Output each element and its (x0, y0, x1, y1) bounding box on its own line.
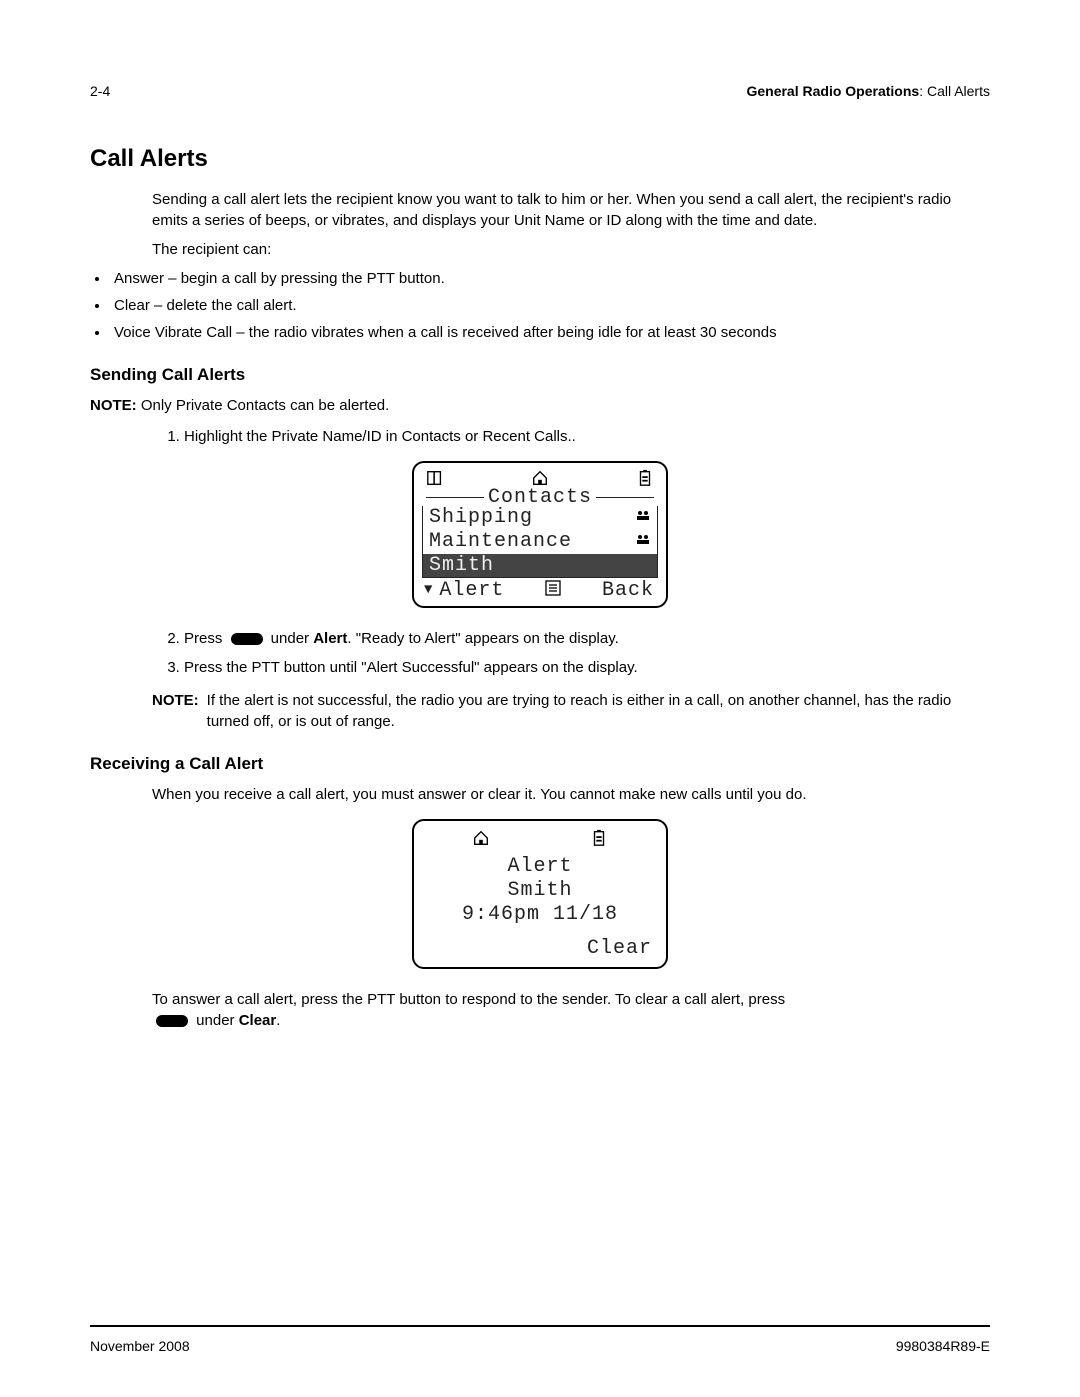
document-page: 2-4 General Radio Operations: Call Alert… (0, 0, 1080, 1397)
alert-line-1: Alert (422, 855, 658, 879)
page-number: 2-4 (90, 82, 110, 102)
home-icon (472, 829, 490, 847)
contacts-list: Shipping Maintenance Smith (422, 506, 658, 578)
step-text: under (267, 630, 314, 647)
step-item: Press under Alert. "Ready to Alert" appe… (184, 628, 990, 649)
step-text: Press (184, 630, 227, 647)
recipient-can-label: The recipient can: (152, 239, 990, 260)
note-text: Only Private Contacts can be alerted. (137, 397, 390, 414)
contact-name: Smith (429, 555, 494, 576)
menu-list-icon (545, 580, 561, 602)
softkey-row: Clear (422, 937, 658, 961)
receiving-heading: Receiving a Call Alert (90, 752, 990, 776)
sending-steps-cont: Press under Alert. "Ready to Alert" appe… (152, 628, 990, 678)
softkey-right: Clear (587, 937, 652, 961)
chapter-title: General Radio Operations (746, 83, 919, 99)
header-breadcrumb: General Radio Operations: Call Alerts (746, 82, 990, 102)
softkey-button-icon (156, 1015, 188, 1027)
answer-clear-paragraph: To answer a call alert, press the PTT bu… (152, 989, 990, 1031)
contact-name: Shipping (429, 507, 533, 528)
step-item: Press the PTT button until "Alert Succes… (184, 657, 990, 678)
down-arrow-icon: ▼ (424, 587, 433, 594)
softkey-left: Alert (439, 580, 504, 601)
step-item: Highlight the Private Name/ID in Contact… (184, 426, 990, 447)
contact-name: Maintenance (429, 531, 572, 552)
step-bold: Alert (313, 630, 347, 647)
status-bar (422, 827, 658, 855)
alert-screen-figure: Alert Smith 9:46pm 11/18 Clear (90, 819, 990, 969)
book-icon (426, 469, 444, 487)
para-bold: Clear (239, 1012, 277, 1029)
para-text: To answer a call alert, press the PTT bu… (152, 991, 785, 1008)
battery-icon (636, 469, 654, 487)
receiving-intro: When you receive a call alert, you must … (152, 784, 990, 805)
footer-docnum: 9980384R89-E (896, 1337, 990, 1357)
screen-title: Contacts (488, 487, 592, 508)
intro-paragraph: Sending a call alert lets the recipient … (152, 189, 990, 231)
para-text: under (192, 1012, 239, 1029)
chapter-subtitle: : Call Alerts (919, 83, 990, 99)
contacts-screen-figure: Contacts Shipping Maintenance Sm (90, 461, 990, 608)
contact-row-selected: Smith (423, 554, 657, 577)
para-text: . (276, 1012, 280, 1029)
footer-date: November 2008 (90, 1337, 190, 1357)
section-heading: Call Alerts (90, 142, 990, 176)
note-label: NOTE: (152, 690, 199, 732)
contact-row: Shipping (423, 506, 657, 530)
sending-note-2: NOTE: If the alert is not successful, th… (152, 690, 990, 732)
sending-steps: Highlight the Private Name/ID in Contact… (152, 426, 990, 447)
softkey-right: Back (602, 580, 654, 601)
radio-display: Contacts Shipping Maintenance Sm (412, 461, 668, 608)
recipient-options-list: Answer – begin a call by pressing the PT… (90, 268, 990, 343)
step-text: . "Ready to Alert" appears on the displa… (347, 630, 618, 647)
softkey-row: ▼ Alert Back (422, 578, 658, 602)
note-label: NOTE: (90, 397, 137, 414)
list-item: Answer – begin a call by pressing the PT… (110, 268, 990, 289)
list-item: Clear – delete the call alert. (110, 295, 990, 316)
group-icon (635, 507, 651, 529)
softkey-button-icon (231, 633, 263, 645)
contact-row: Maintenance (423, 530, 657, 554)
alert-line-2: Smith (422, 879, 658, 903)
page-footer: November 2008 9980384R89-E (90, 1325, 990, 1357)
page-header: 2-4 General Radio Operations: Call Alert… (90, 82, 990, 102)
list-item: Voice Vibrate Call – the radio vibrates … (110, 322, 990, 343)
radio-display: Alert Smith 9:46pm 11/18 Clear (412, 819, 668, 969)
group-icon (635, 531, 651, 553)
footer-rule (90, 1325, 990, 1327)
battery-icon (590, 829, 608, 847)
note-text: If the alert is not successful, the radi… (207, 690, 990, 732)
screen-title-row: Contacts (422, 487, 658, 508)
sending-heading: Sending Call Alerts (90, 363, 990, 387)
sending-note: NOTE: Only Private Contacts can be alert… (90, 395, 990, 416)
home-icon (531, 469, 549, 487)
alert-line-3: 9:46pm 11/18 (422, 903, 658, 927)
